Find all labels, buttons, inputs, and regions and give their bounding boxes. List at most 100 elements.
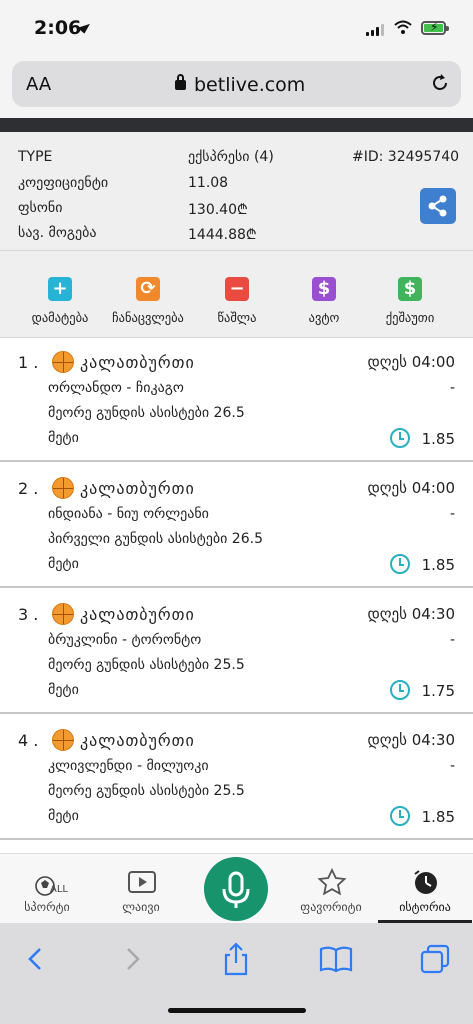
- bet-sport: კალათბურთი: [80, 605, 195, 624]
- auto-label: ავტო: [308, 310, 340, 325]
- add-button[interactable]: + დამატება: [15, 277, 105, 325]
- bet-odd: 1.85: [421, 556, 455, 574]
- type-label: TYPE: [18, 149, 53, 165]
- address-bar[interactable]: AA betlive.com: [12, 61, 461, 107]
- bet-market: პირველი გუნდის ასისტები 26.5: [48, 531, 263, 547]
- replace-button[interactable]: ⟳ ჩანაცვლება: [103, 277, 193, 325]
- bottom-nav: ALL სპორტი ლაივი ფავორიტი ისტორია: [0, 853, 473, 923]
- payout-label: სავ. მოგება: [18, 225, 97, 241]
- bet-odd: 1.75: [421, 682, 455, 700]
- odds-value: 11.08: [188, 175, 229, 191]
- bet-list: 1 . კალათბურთი დღეს 04:00 ორლანდო - ჩიკა…: [0, 338, 473, 853]
- type-value: ექსპრესი (4): [188, 149, 274, 165]
- ticket-info: TYPE ექსპრესი (4) #ID: 32495740 კოეფიციე…: [0, 132, 473, 250]
- bet-sport: კალათბურთი: [80, 731, 195, 750]
- status-bar: 2:06 ⚡: [0, 0, 473, 56]
- payout-value: 1444.88₾: [188, 227, 257, 243]
- tabs-icon[interactable]: [416, 941, 456, 977]
- bet-date: დღეს 04:30: [367, 605, 455, 623]
- lock-icon: [175, 74, 186, 90]
- bet-number: 1 .: [18, 353, 39, 372]
- bet-market: მეორე გუნდის ასისტები 25.5: [48, 657, 245, 673]
- bet-number: 2 .: [18, 479, 39, 498]
- nav-history-label: ისტორია: [399, 900, 451, 914]
- plus-icon: +: [48, 277, 72, 301]
- bet-pick: მეტი: [48, 808, 79, 824]
- bookmarks-icon[interactable]: [316, 941, 356, 977]
- share-icon: [428, 195, 447, 217]
- clock-icon: [390, 680, 410, 700]
- share-button[interactable]: [420, 188, 456, 224]
- minus-icon: −: [225, 277, 249, 301]
- bet-sport: კალათბურთი: [80, 479, 195, 498]
- bet-date: დღეს 04:00: [367, 353, 455, 371]
- cash-icon: $: [398, 277, 422, 301]
- header-band: [0, 118, 473, 132]
- clock-icon: [390, 554, 410, 574]
- bet-pick: მეტი: [48, 430, 79, 446]
- share-sheet-icon[interactable]: [216, 941, 256, 977]
- star-icon: [317, 868, 347, 896]
- stake-value: 130.40₾: [188, 202, 248, 218]
- bet-date: დღეს 04:00: [367, 479, 455, 497]
- clock-icon: [390, 428, 410, 448]
- delete-button[interactable]: − წაშლა: [192, 277, 282, 325]
- bet-teams: ბრუკლინი - ტორონტო: [48, 632, 202, 648]
- bet-teams: კლივლენდი - მილუოკი: [48, 758, 209, 774]
- status-time: 2:06: [34, 17, 82, 39]
- cashout-label: ქეშაუთი: [385, 310, 435, 325]
- bet-teams: ორლანდო - ჩიკაგო: [48, 380, 184, 396]
- bet-odd: 1.85: [421, 808, 455, 826]
- browser-toolbar: [0, 923, 473, 1024]
- bet-number: 3 .: [18, 605, 39, 624]
- reload-icon[interactable]: [430, 73, 450, 93]
- bet-market: მეორე გუნდის ასისტები 25.5: [48, 783, 245, 799]
- bet-item[interactable]: 1 . კალათბურთი დღეს 04:00 ორლანდო - ჩიკა…: [0, 338, 473, 462]
- battery-charging-icon: ⚡: [421, 20, 449, 35]
- browser-address-area: AA betlive.com: [0, 56, 473, 118]
- cashout-button[interactable]: $ ქეშაუთი: [365, 277, 455, 325]
- odds-label: კოეფიციენტი: [18, 175, 109, 191]
- dollar-icon: $: [312, 277, 336, 301]
- bet-score: -: [449, 380, 455, 396]
- text-size-button[interactable]: AA: [26, 74, 51, 95]
- video-play-icon: [128, 871, 156, 893]
- bet-score: -: [449, 758, 455, 774]
- bet-sport: კალათბურთი: [80, 353, 195, 372]
- nav-sports-label: სპორტი: [24, 900, 70, 914]
- history-clock-icon: [414, 870, 437, 894]
- delete-label: წაშლა: [217, 310, 257, 325]
- bet-item[interactable]: 2 . კალათბურთი დღეს 04:00 ინდიანა - ნიუ …: [0, 464, 473, 588]
- back-icon[interactable]: [16, 941, 56, 977]
- nav-favorites-label: ფავორიტი: [300, 900, 362, 914]
- replace-label: ჩანაცვლება: [112, 310, 184, 325]
- voice-search-button[interactable]: [204, 857, 268, 921]
- bet-teams: ინდიანა - ნიუ ორლეანი: [48, 506, 209, 522]
- clock-icon: [390, 806, 410, 826]
- bet-market: მეორე გუნდის ასისტები 26.5: [48, 405, 245, 421]
- bet-item[interactable]: 4 . კალათბურთი დღეს 04:30 კლივლენდი - მი…: [0, 716, 473, 840]
- microphone-icon: [222, 871, 250, 908]
- bet-date: დღეს 04:30: [367, 731, 455, 749]
- cellular-signal-icon: [366, 24, 386, 36]
- basketball-icon: [52, 351, 74, 373]
- bet-score: -: [449, 506, 455, 522]
- stake-label: ფსონი: [18, 200, 63, 216]
- basketball-icon: [52, 729, 74, 751]
- bet-pick: მეტი: [48, 556, 79, 572]
- basketball-icon: [52, 603, 74, 625]
- bet-item[interactable]: 3 . კალათბურთი დღეს 04:30 ბრუკლინი - ტორ…: [0, 590, 473, 714]
- add-label: დამატება: [31, 310, 89, 325]
- sports-all-badge: ALL: [50, 884, 68, 895]
- bet-score: -: [449, 632, 455, 648]
- wifi-icon: [394, 20, 412, 34]
- bet-pick: მეტი: [48, 682, 79, 698]
- forward-icon[interactable]: [112, 941, 152, 977]
- auto-button[interactable]: $ ავტო: [279, 277, 369, 325]
- url-text[interactable]: betlive.com: [194, 74, 305, 96]
- ticket-actions: + დამატება ⟳ ჩანაცვლება − წაშლა $ ავტო $…: [0, 250, 473, 338]
- bet-odd: 1.85: [421, 430, 455, 448]
- nav-live-label: ლაივი: [122, 900, 160, 914]
- home-indicator: [168, 1008, 306, 1013]
- basketball-icon: [52, 477, 74, 499]
